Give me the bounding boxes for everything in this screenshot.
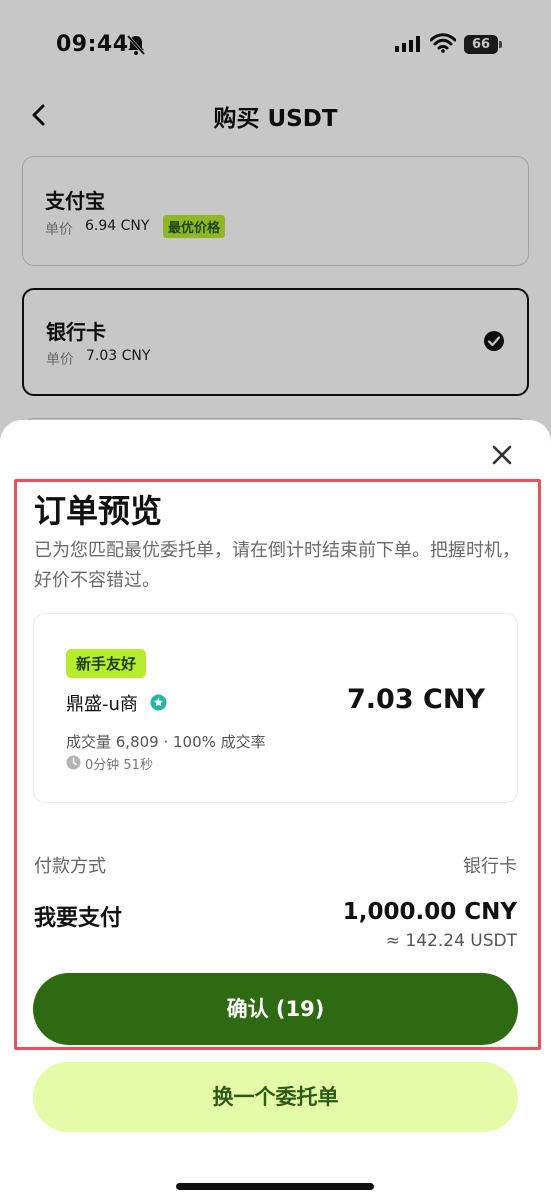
home-indicator bbox=[176, 1183, 374, 1190]
highlight-box bbox=[14, 479, 541, 1050]
close-icon[interactable] bbox=[489, 442, 515, 468]
order-preview-sheet: 订单预览 已为您匹配最优委托单，请在倒计时结束前下单。把握时机，好价不容错过。 … bbox=[0, 420, 551, 1200]
switch-order-button[interactable]: 换一个委托单 bbox=[33, 1062, 518, 1132]
